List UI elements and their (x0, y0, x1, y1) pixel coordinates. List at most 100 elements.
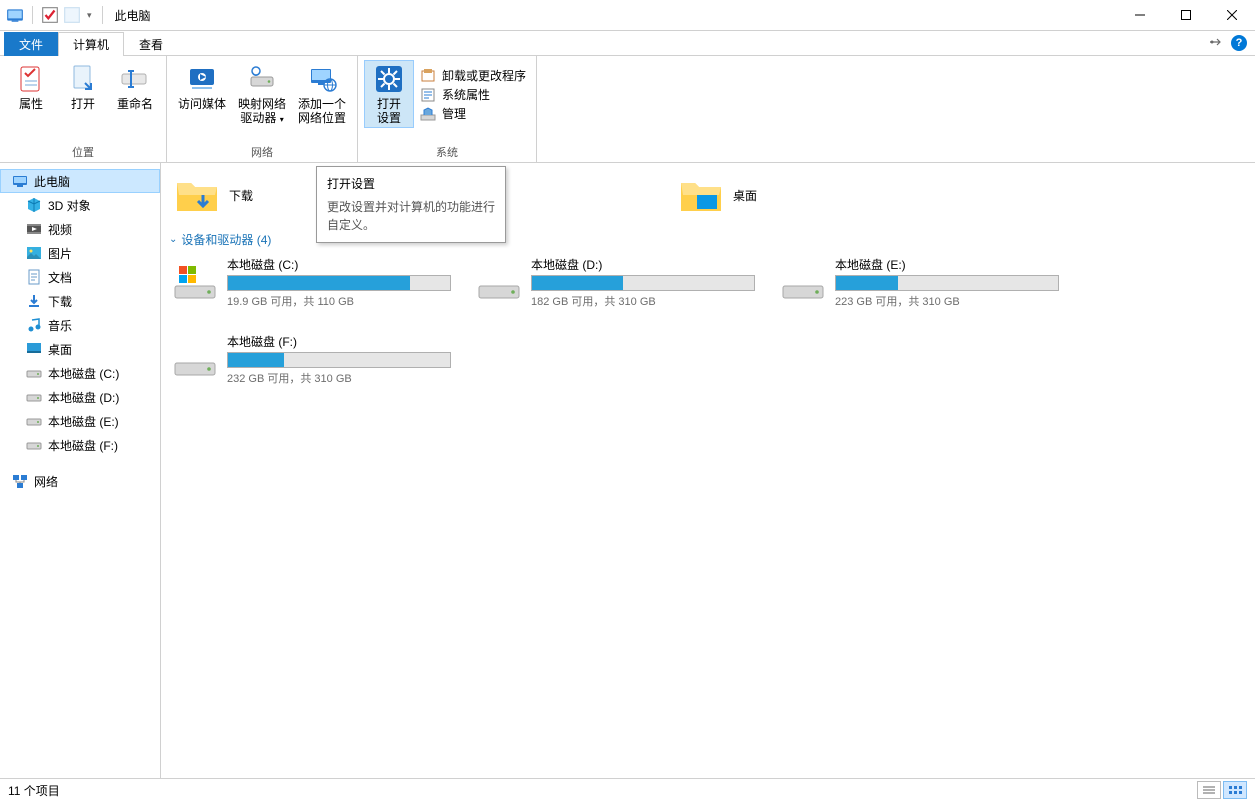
map-drive-icon (246, 63, 278, 95)
add-network-location-icon (306, 63, 338, 95)
manage-icon (420, 106, 436, 122)
tooltip-title: 打开设置 (327, 175, 495, 192)
folder-icon (677, 171, 725, 219)
ribbon-group-network: 访问媒体 映射网络驱动器 ▾ 添加一个网络位置 网络 (167, 56, 358, 162)
drive-icon (26, 389, 42, 405)
drive-usage-bar (835, 275, 1059, 291)
ribbon-tabs: 文件 计算机 查看 ? (0, 31, 1255, 56)
minimize-ribbon-icon[interactable] (1209, 36, 1223, 50)
nav-item-8[interactable]: 本地磁盘 (D:) (0, 385, 160, 409)
tab-file[interactable]: 文件 (4, 32, 58, 56)
status-bar: 11 个项目 (0, 778, 1255, 801)
nav-this-pc[interactable]: 此电脑 (0, 169, 160, 193)
nav-pane[interactable]: 此电脑 3D 对象视频图片文档下载音乐桌面本地磁盘 (C:)本地磁盘 (D:)本… (0, 163, 161, 778)
manage-button[interactable]: 管理 (416, 104, 530, 123)
rename-button[interactable]: 重命名 (110, 60, 160, 114)
desktop-icon (26, 341, 42, 357)
nav-item-9[interactable]: 本地磁盘 (E:) (0, 409, 160, 433)
separator (102, 6, 103, 24)
titlebar: ▾ 此电脑 (0, 0, 1255, 31)
network-icon (12, 473, 28, 489)
open-settings-button[interactable]: 打开设置 (364, 60, 414, 128)
tooltip-open-settings: 打开设置 更改设置并对计算机的功能进行自定义。 (316, 166, 506, 243)
folder-item[interactable]: 桌面 (673, 167, 901, 223)
explorer-window: ▾ 此电脑 文件 计算机 查看 ? (0, 0, 1255, 801)
uninstall-icon (420, 68, 436, 84)
drive-icon (475, 256, 523, 304)
nav-item-5[interactable]: 音乐 (0, 313, 160, 337)
drive-usage-bar (531, 275, 755, 291)
access-media-button[interactable]: 访问媒体 (173, 60, 231, 114)
tab-computer[interactable]: 计算机 (58, 32, 124, 56)
content-pane[interactable]: 下载音乐桌面 ⌄ 设备和驱动器 (4) 本地磁盘 (C:)19.9 GB 可用，… (161, 163, 1255, 778)
group-caption-system: 系统 (364, 142, 530, 162)
drive-usage-bar (227, 352, 451, 368)
uninstall-programs-button[interactable]: 卸载或更改程序 (416, 66, 530, 85)
nav-network[interactable]: 网络 (0, 469, 160, 493)
drive-usage-bar (227, 275, 451, 291)
nav-item-1[interactable]: 视频 (0, 217, 160, 241)
drive-icon (171, 333, 219, 381)
ribbon: 属性 打开 重命名 位置 (0, 56, 1255, 163)
status-item-count: 11 个项目 (8, 782, 60, 799)
drive-item[interactable]: 本地磁盘 (F:) 232 GB 可用，共 310 GB (169, 331, 453, 388)
music-icon (26, 317, 42, 333)
drive-name: 本地磁盘 (E:) (835, 256, 1059, 273)
nav-item-6[interactable]: 桌面 (0, 337, 160, 361)
quick-access-toolbar: ▾ (0, 6, 107, 24)
nav-item-3[interactable]: 文档 (0, 265, 160, 289)
group-caption-location: 位置 (6, 142, 160, 162)
nav-item-0[interactable]: 3D 对象 (0, 193, 160, 217)
download-icon (26, 293, 42, 309)
ribbon-group-system: 打开设置 卸载或更改程序 系统属性 管理 (358, 56, 537, 162)
drive-item[interactable]: 本地磁盘 (C:) 19.9 GB 可用，共 110 GB (169, 254, 453, 311)
view-details-button[interactable] (1197, 781, 1221, 799)
drive-free-text: 232 GB 可用，共 310 GB (227, 370, 451, 386)
nav-item-2[interactable]: 图片 (0, 241, 160, 265)
drive-free-text: 223 GB 可用，共 310 GB (835, 293, 1059, 309)
ribbon-group-location: 属性 打开 重命名 位置 (0, 56, 167, 162)
close-button[interactable] (1209, 0, 1255, 30)
drive-icon (171, 256, 219, 304)
nav-item-4[interactable]: 下载 (0, 289, 160, 313)
settings-gear-icon (373, 63, 405, 95)
chevron-down-icon: ⌄ (169, 234, 177, 245)
folder-icon (173, 171, 221, 219)
window-title: 此电脑 (107, 7, 151, 24)
open-button[interactable]: 打开 (58, 60, 108, 114)
system-properties-button[interactable]: 系统属性 (416, 85, 530, 104)
separator (32, 6, 33, 24)
maximize-button[interactable] (1163, 0, 1209, 30)
minimize-button[interactable] (1117, 0, 1163, 30)
add-network-location-button[interactable]: 添加一个网络位置 (293, 60, 351, 128)
nav-item-10[interactable]: 本地磁盘 (F:) (0, 433, 160, 457)
drive-item[interactable]: 本地磁盘 (D:) 182 GB 可用，共 310 GB (473, 254, 757, 311)
drive-free-text: 182 GB 可用，共 310 GB (531, 293, 755, 309)
drive-icon (779, 256, 827, 304)
view-icons-button[interactable] (1223, 781, 1247, 799)
drive-name: 本地磁盘 (F:) (227, 333, 451, 350)
qat-blank-icon[interactable] (63, 6, 81, 24)
help-icon[interactable]: ? (1231, 35, 1247, 51)
drive-free-text: 19.9 GB 可用，共 110 GB (227, 293, 451, 309)
nav-item-7[interactable]: 本地磁盘 (C:) (0, 361, 160, 385)
properties-button[interactable]: 属性 (6, 60, 56, 114)
map-drive-button[interactable]: 映射网络驱动器 ▾ (233, 60, 291, 130)
app-icon (6, 6, 24, 24)
drive-name: 本地磁盘 (C:) (227, 256, 451, 273)
drive-item[interactable]: 本地磁盘 (E:) 223 GB 可用，共 310 GB (777, 254, 1061, 311)
picture-icon (26, 245, 42, 261)
drive-name: 本地磁盘 (D:) (531, 256, 755, 273)
video-icon (26, 221, 42, 237)
group-caption-network: 网络 (173, 142, 351, 162)
tab-view[interactable]: 查看 (124, 32, 178, 56)
qat-dropdown-icon[interactable]: ▾ (85, 10, 94, 21)
rename-icon (119, 63, 151, 95)
pc-icon (12, 173, 28, 189)
drive-icon (26, 413, 42, 429)
tooltip-body: 更改设置并对计算机的功能进行自定义。 (327, 198, 495, 234)
access-media-icon (186, 63, 218, 95)
qat-checkbox-icon[interactable] (41, 6, 59, 24)
drive-icon (26, 365, 42, 381)
cube-icon (26, 197, 42, 213)
